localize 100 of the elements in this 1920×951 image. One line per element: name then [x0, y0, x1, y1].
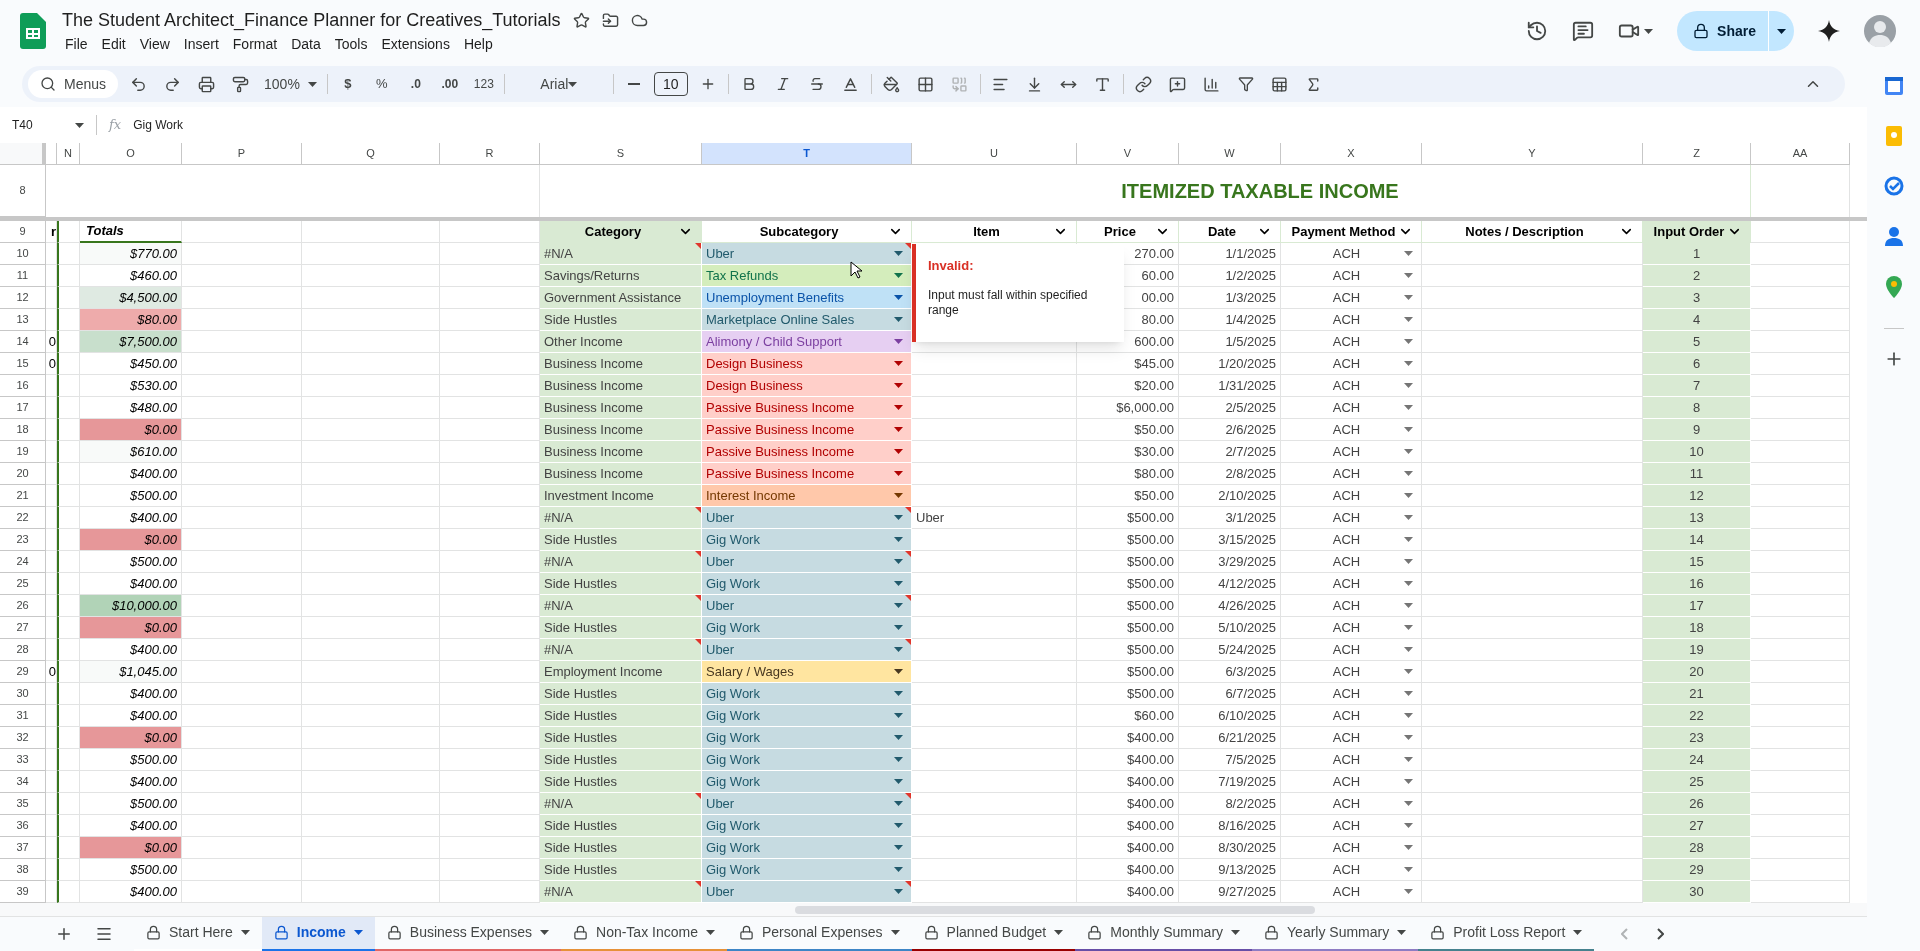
payment-dropdown[interactable]: ACH — [1281, 639, 1422, 661]
subcategory-dropdown[interactable]: Uber — [702, 793, 912, 815]
row-number[interactable]: 21 — [0, 485, 46, 507]
row-number[interactable]: 26 — [0, 595, 46, 617]
sheet-tab[interactable]: Personal Expenses — [726, 916, 912, 951]
row-number[interactable]: 9 — [0, 221, 46, 243]
row-number[interactable]: 18 — [0, 419, 46, 441]
payment-dropdown[interactable]: ACH — [1281, 463, 1422, 485]
subcategory-dropdown[interactable]: Gig Work — [702, 683, 912, 705]
comment-icon[interactable] — [1572, 20, 1595, 42]
history-icon[interactable] — [1526, 20, 1549, 42]
subcategory-dropdown[interactable]: Passive Business Income — [702, 463, 912, 485]
payment-dropdown[interactable]: ACH — [1281, 331, 1422, 353]
row-number[interactable]: 24 — [0, 551, 46, 573]
column-header[interactable]: Q — [302, 143, 440, 165]
menu-item[interactable]: Format — [225, 34, 285, 55]
subcategory-dropdown[interactable]: Gig Work — [702, 859, 912, 881]
currency-format-button[interactable]: $ — [333, 70, 362, 98]
payment-dropdown[interactable]: ACH — [1281, 771, 1422, 793]
payment-dropdown[interactable]: ACH — [1281, 859, 1422, 881]
row-number[interactable]: 39 — [0, 881, 46, 903]
zoom-dropdown[interactable]: 100% — [260, 70, 321, 98]
row-number[interactable]: 16 — [0, 375, 46, 397]
payment-dropdown[interactable]: ACH — [1281, 705, 1422, 727]
payment-dropdown[interactable]: ACH — [1281, 309, 1422, 331]
subcategory-dropdown[interactable]: Gig Work — [702, 727, 912, 749]
row-number[interactable]: 33 — [0, 749, 46, 771]
column-header[interactable]: Y — [1422, 143, 1643, 165]
subcategory-dropdown[interactable]: Salary / Wages — [702, 661, 912, 683]
move-folder-icon[interactable] — [601, 12, 619, 29]
row-number[interactable]: 19 — [0, 441, 46, 463]
row-number[interactable]: 28 — [0, 639, 46, 661]
search-menus-field[interactable]: Menus — [28, 70, 119, 98]
subcategory-dropdown[interactable]: Gig Work — [702, 815, 912, 837]
subcategory-dropdown[interactable]: Gig Work — [702, 749, 912, 771]
row-number[interactable]: 20 — [0, 463, 46, 485]
column-header[interactable]: Z — [1643, 143, 1751, 165]
sheet-tab[interactable]: Business Expenses — [374, 916, 561, 951]
row-number[interactable]: 8 — [0, 165, 46, 217]
payment-dropdown[interactable]: ACH — [1281, 617, 1422, 639]
payment-dropdown[interactable]: ACH — [1281, 485, 1422, 507]
table-header[interactable]: Input Order — [1643, 221, 1751, 243]
payment-dropdown[interactable]: ACH — [1281, 419, 1422, 441]
column-header[interactable]: T — [702, 143, 912, 165]
decrease-decimal-button[interactable]: .0 — [401, 70, 430, 98]
payment-dropdown[interactable]: ACH — [1281, 287, 1422, 309]
subcategory-dropdown[interactable]: Passive Business Income — [702, 441, 912, 463]
sheet-tab[interactable]: Profit Loss Report — [1418, 916, 1595, 951]
payment-dropdown[interactable]: ACH — [1281, 243, 1422, 265]
name-box[interactable]: T40 — [0, 116, 96, 134]
subcategory-dropdown[interactable]: Design Business — [702, 375, 912, 397]
subcategory-dropdown[interactable]: Gig Work — [702, 529, 912, 551]
row-number[interactable]: 11 — [0, 265, 46, 287]
subcategory-dropdown[interactable]: Uber — [702, 507, 912, 529]
table-header[interactable]: Item — [912, 221, 1077, 243]
row-number[interactable]: 36 — [0, 815, 46, 837]
payment-dropdown[interactable]: ACH — [1281, 265, 1422, 287]
subcategory-dropdown[interactable]: Marketplace Online Sales — [702, 309, 912, 331]
sheet-tab[interactable]: Planned Budget — [911, 916, 1076, 951]
row-number[interactable]: 29 — [0, 661, 46, 683]
menu-item[interactable]: Help — [456, 34, 500, 55]
row-number[interactable]: 34 — [0, 771, 46, 793]
table-header[interactable]: Category — [540, 221, 702, 243]
payment-dropdown[interactable]: ACH — [1281, 837, 1422, 859]
row-number[interactable]: 14 — [0, 331, 46, 353]
menu-item[interactable]: View — [132, 34, 177, 55]
cloud-icon[interactable] — [630, 12, 648, 29]
menu-item[interactable]: Extensions — [374, 34, 457, 55]
row-number[interactable]: 37 — [0, 837, 46, 859]
menu-item[interactable]: Insert — [176, 34, 226, 55]
menu-item[interactable]: Tools — [327, 34, 375, 55]
subcategory-dropdown[interactable]: Design Business — [702, 353, 912, 375]
row-number[interactable]: 25 — [0, 573, 46, 595]
payment-dropdown[interactable]: ACH — [1281, 595, 1422, 617]
subcategory-dropdown[interactable]: Interest Income — [702, 485, 912, 507]
table-header[interactable]: Price — [1077, 221, 1179, 243]
row-number[interactable]: 12 — [0, 287, 46, 309]
table-header[interactable]: Date — [1179, 221, 1281, 243]
subcategory-dropdown[interactable]: Tax Refunds — [702, 265, 912, 287]
subcategory-dropdown[interactable]: Uber — [702, 551, 912, 573]
subcategory-dropdown[interactable]: Gig Work — [702, 837, 912, 859]
payment-dropdown[interactable]: ACH — [1281, 529, 1422, 551]
subcategory-dropdown[interactable]: Gig Work — [702, 771, 912, 793]
row-number[interactable]: 17 — [0, 397, 46, 419]
row-number[interactable]: 15 — [0, 353, 46, 375]
subcategory-dropdown[interactable]: Uber — [702, 639, 912, 661]
subcategory-dropdown[interactable]: Alimony / Child Support — [702, 331, 912, 353]
column-header[interactable]: O — [80, 143, 182, 165]
column-header[interactable]: N — [57, 143, 80, 165]
star-icon[interactable] — [572, 12, 590, 29]
sheet-tab[interactable]: Non-Tax Income — [561, 916, 727, 951]
payment-dropdown[interactable]: ACH — [1281, 507, 1422, 529]
row-number[interactable]: 27 — [0, 617, 46, 639]
payment-dropdown[interactable]: ACH — [1281, 441, 1422, 463]
column-header[interactable]: V — [1077, 143, 1179, 165]
subcategory-dropdown[interactable]: Passive Business Income — [702, 419, 912, 441]
contacts-icon[interactable] — [1884, 226, 1903, 246]
payment-dropdown[interactable]: ACH — [1281, 749, 1422, 771]
subcategory-dropdown[interactable]: Uber — [702, 243, 912, 265]
payment-dropdown[interactable]: ACH — [1281, 815, 1422, 837]
